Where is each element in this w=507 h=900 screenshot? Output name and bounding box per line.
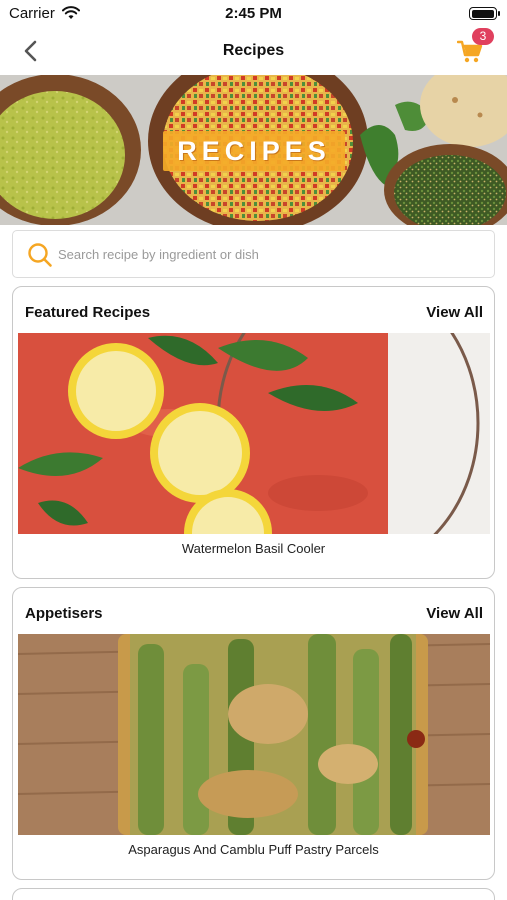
view-all-button[interactable]: View All (426, 605, 483, 622)
cart-badge: 3 (472, 28, 494, 45)
search-input[interactable] (58, 231, 478, 277)
featured-recipes-header: Featured Recipes View All (13, 287, 494, 333)
battery-icon (469, 7, 500, 20)
nav-bar: Recipes 3 (0, 28, 507, 74)
status-bar: Carrier 2:45 PM (0, 0, 507, 28)
search-bar (12, 230, 495, 278)
status-time: 2:45 PM (225, 5, 282, 22)
section-title: Appetisers (25, 605, 103, 622)
page-title: Recipes (222, 42, 285, 59)
watermelon-basil-cooler-image (18, 333, 490, 534)
search-icon (28, 243, 52, 267)
recipe-caption[interactable]: Asparagus And Camblu Puff Pastry Parcels (13, 842, 494, 857)
featured-recipes-card: Featured Recipes View All Watermelon Bas… (12, 286, 495, 579)
recipe-caption[interactable]: Watermelon Basil Cooler (13, 541, 494, 556)
recipe-image[interactable] (18, 333, 490, 534)
view-all-button[interactable]: View All (426, 304, 483, 321)
appetisers-header: Appetisers View All (13, 588, 494, 634)
appetisers-card: Appetisers View All Asparagus And Camblu… (12, 587, 495, 880)
hero-title: RECIPES (163, 131, 345, 171)
asparagus-puff-pastry-image (18, 634, 490, 835)
next-section-card (12, 888, 495, 900)
section-title: Featured Recipes (25, 304, 151, 321)
hero-banner: RECIPES (0, 75, 507, 225)
recipe-image[interactable] (18, 634, 490, 835)
